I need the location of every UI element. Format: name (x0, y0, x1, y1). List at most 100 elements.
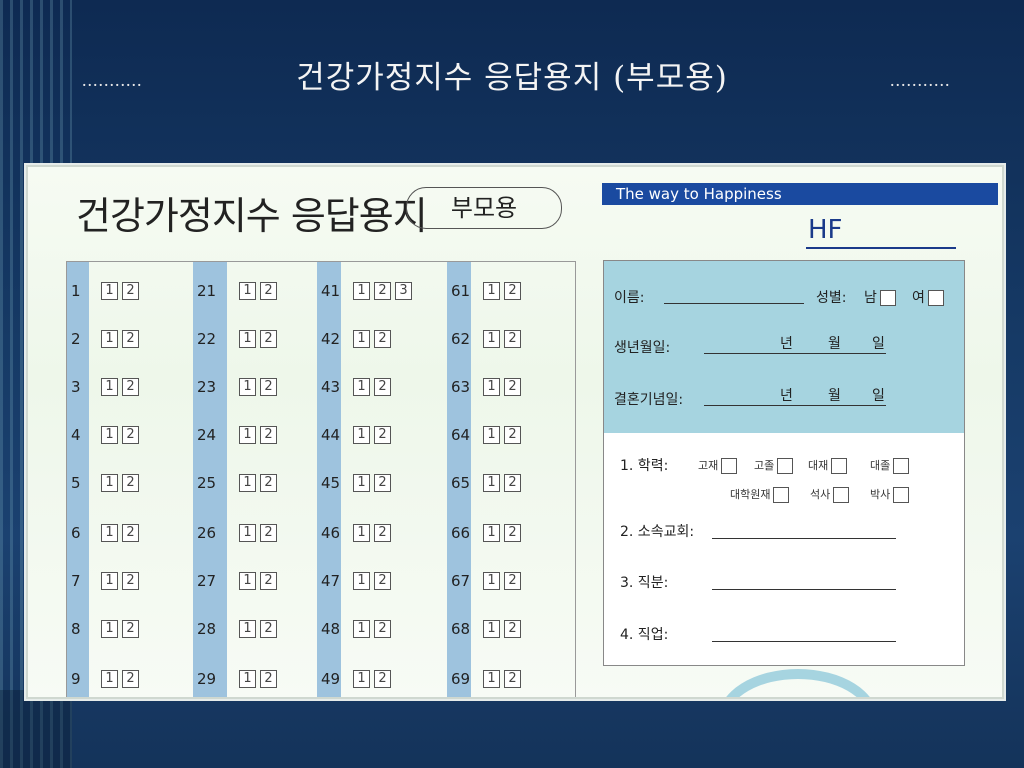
answer-option-box[interactable]: 2 (122, 282, 139, 300)
answer-option-box[interactable]: 2 (504, 426, 521, 444)
male-checkbox[interactable] (879, 290, 896, 306)
answer-option-box[interactable]: 2 (374, 474, 391, 492)
answer-option-box[interactable]: 2 (260, 330, 277, 348)
position-field[interactable] (712, 589, 896, 590)
answer-option-box[interactable]: 2 (504, 670, 521, 688)
answer-option-box[interactable]: 1 (101, 282, 118, 300)
question-row: 43 1 2 (317, 372, 395, 402)
answer-option-box[interactable]: 2 (374, 330, 391, 348)
edu-option-3[interactable]: 대재 (808, 457, 848, 474)
answer-option-box[interactable]: 1 (239, 330, 256, 348)
birthdate-field[interactable] (704, 353, 886, 354)
question-row: 25 1 2 (193, 468, 281, 498)
answer-option-box[interactable]: 1 (483, 378, 500, 396)
answer-option-box[interactable]: 2 (374, 572, 391, 590)
answer-option-box[interactable]: 1 (353, 282, 370, 300)
answer-option-box[interactable]: 1 (483, 524, 500, 542)
answer-option-box[interactable]: 1 (101, 426, 118, 444)
job-field[interactable] (712, 641, 896, 642)
answer-option-box[interactable]: 1 (101, 670, 118, 688)
wedding-date-field[interactable] (704, 405, 886, 406)
female-option[interactable]: 여 (912, 287, 944, 307)
answer-option-box[interactable]: 1 (483, 330, 500, 348)
answer-option-box[interactable]: 1 (483, 426, 500, 444)
answer-option-box[interactable]: 1 (353, 474, 370, 492)
name-field[interactable] (664, 303, 804, 304)
edu-option-6[interactable]: 석사 (810, 486, 850, 503)
answer-option-box[interactable]: 2 (122, 330, 139, 348)
answer-option-box[interactable]: 2 (504, 282, 521, 300)
answer-option-box[interactable]: 2 (504, 474, 521, 492)
church-field[interactable] (712, 538, 896, 539)
answer-option-box[interactable]: 1 (239, 426, 256, 444)
answer-option-box[interactable]: 2 (260, 670, 277, 688)
answer-option-box[interactable]: 2 (260, 426, 277, 444)
answer-option-box[interactable]: 2 (504, 330, 521, 348)
answer-option-box[interactable]: 2 (122, 378, 139, 396)
answer-option-box[interactable]: 1 (101, 330, 118, 348)
answer-option-box[interactable]: 2 (260, 524, 277, 542)
answer-option-box[interactable]: 2 (374, 620, 391, 638)
answer-option-box[interactable]: 1 (353, 670, 370, 688)
male-option[interactable]: 남 (864, 287, 896, 307)
answer-option-box[interactable]: 1 (101, 572, 118, 590)
answer-option-box[interactable]: 2 (504, 524, 521, 542)
edu-option-1[interactable]: 고재 (698, 457, 738, 474)
answer-option-box[interactable]: 1 (353, 572, 370, 590)
answer-option-box[interactable]: 2 (260, 620, 277, 638)
answer-option-box[interactable]: 1 (483, 282, 500, 300)
answer-option-box[interactable]: 1 (239, 378, 256, 396)
answer-option-box[interactable]: 3 (395, 282, 412, 300)
question-number: 4 (71, 426, 81, 444)
answer-option-box[interactable]: 1 (353, 620, 370, 638)
female-checkbox[interactable] (927, 290, 944, 306)
edu-option-5[interactable]: 대학원재 (730, 486, 790, 503)
answer-option-box[interactable]: 1 (353, 426, 370, 444)
answer-option-box[interactable]: 2 (374, 282, 391, 300)
answer-option-box[interactable]: 1 (353, 378, 370, 396)
answer-option-box[interactable]: 1 (353, 330, 370, 348)
answer-option-box[interactable]: 1 (239, 282, 256, 300)
answer-option-box[interactable]: 2 (122, 474, 139, 492)
answer-option-box[interactable]: 1 (101, 474, 118, 492)
answer-option-box[interactable]: 1 (101, 524, 118, 542)
answer-option-box[interactable]: 2 (374, 426, 391, 444)
answer-option-box[interactable]: 2 (260, 474, 277, 492)
edu-checkbox-7[interactable] (893, 487, 910, 503)
edu-checkbox-2[interactable] (777, 458, 794, 474)
edu-checkbox-1[interactable] (721, 458, 738, 474)
edu-option-7[interactable]: 박사 (870, 486, 910, 503)
edu-checkbox-5[interactable] (773, 487, 790, 503)
answer-option-box[interactable]: 1 (101, 620, 118, 638)
answer-option-box[interactable]: 1 (239, 670, 256, 688)
answer-option-box[interactable]: 2 (122, 426, 139, 444)
answer-option-box[interactable]: 1 (483, 572, 500, 590)
answer-option-box[interactable]: 2 (122, 524, 139, 542)
answer-option-box[interactable]: 1 (483, 670, 500, 688)
edu-checkbox-4[interactable] (893, 458, 910, 474)
answer-option-box[interactable]: 2 (260, 378, 277, 396)
answer-option-box[interactable]: 1 (239, 620, 256, 638)
answer-option-box[interactable]: 2 (504, 572, 521, 590)
answer-option-box[interactable]: 2 (122, 620, 139, 638)
answer-option-box[interactable]: 1 (101, 378, 118, 396)
answer-option-box[interactable]: 1 (483, 474, 500, 492)
answer-option-box[interactable]: 2 (122, 670, 139, 688)
answer-option-box[interactable]: 2 (122, 572, 139, 590)
edu-checkbox-6[interactable] (833, 487, 850, 503)
edu-checkbox-3[interactable] (831, 458, 848, 474)
answer-option-box[interactable]: 2 (374, 524, 391, 542)
answer-option-box[interactable]: 1 (239, 572, 256, 590)
answer-option-box[interactable]: 2 (260, 572, 277, 590)
answer-option-box[interactable]: 2 (374, 378, 391, 396)
answer-option-box[interactable]: 1 (239, 474, 256, 492)
answer-option-box[interactable]: 1 (483, 620, 500, 638)
answer-option-box[interactable]: 2 (374, 670, 391, 688)
answer-option-box[interactable]: 1 (353, 524, 370, 542)
edu-option-4[interactable]: 대졸 (870, 457, 910, 474)
answer-option-box[interactable]: 2 (260, 282, 277, 300)
answer-option-box[interactable]: 2 (504, 378, 521, 396)
answer-option-box[interactable]: 1 (239, 524, 256, 542)
edu-option-2[interactable]: 고졸 (754, 457, 794, 474)
answer-option-box[interactable]: 2 (504, 620, 521, 638)
